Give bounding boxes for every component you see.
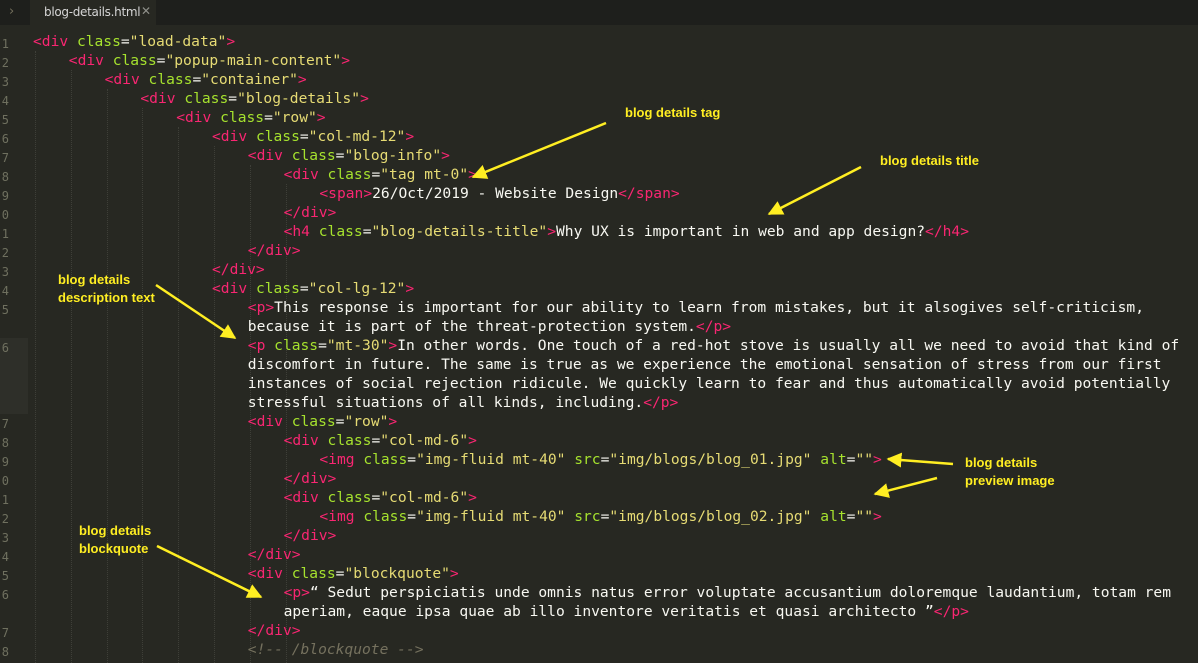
arrow-title [767, 165, 862, 216]
annotation-arrows [155, 121, 954, 599]
arrow-preview-image-2 [873, 476, 938, 498]
arrow-description [155, 283, 237, 340]
arrow-tag [471, 121, 607, 179]
arrow-blockquote [156, 544, 263, 599]
arrow-preview-image-1 [886, 452, 954, 468]
